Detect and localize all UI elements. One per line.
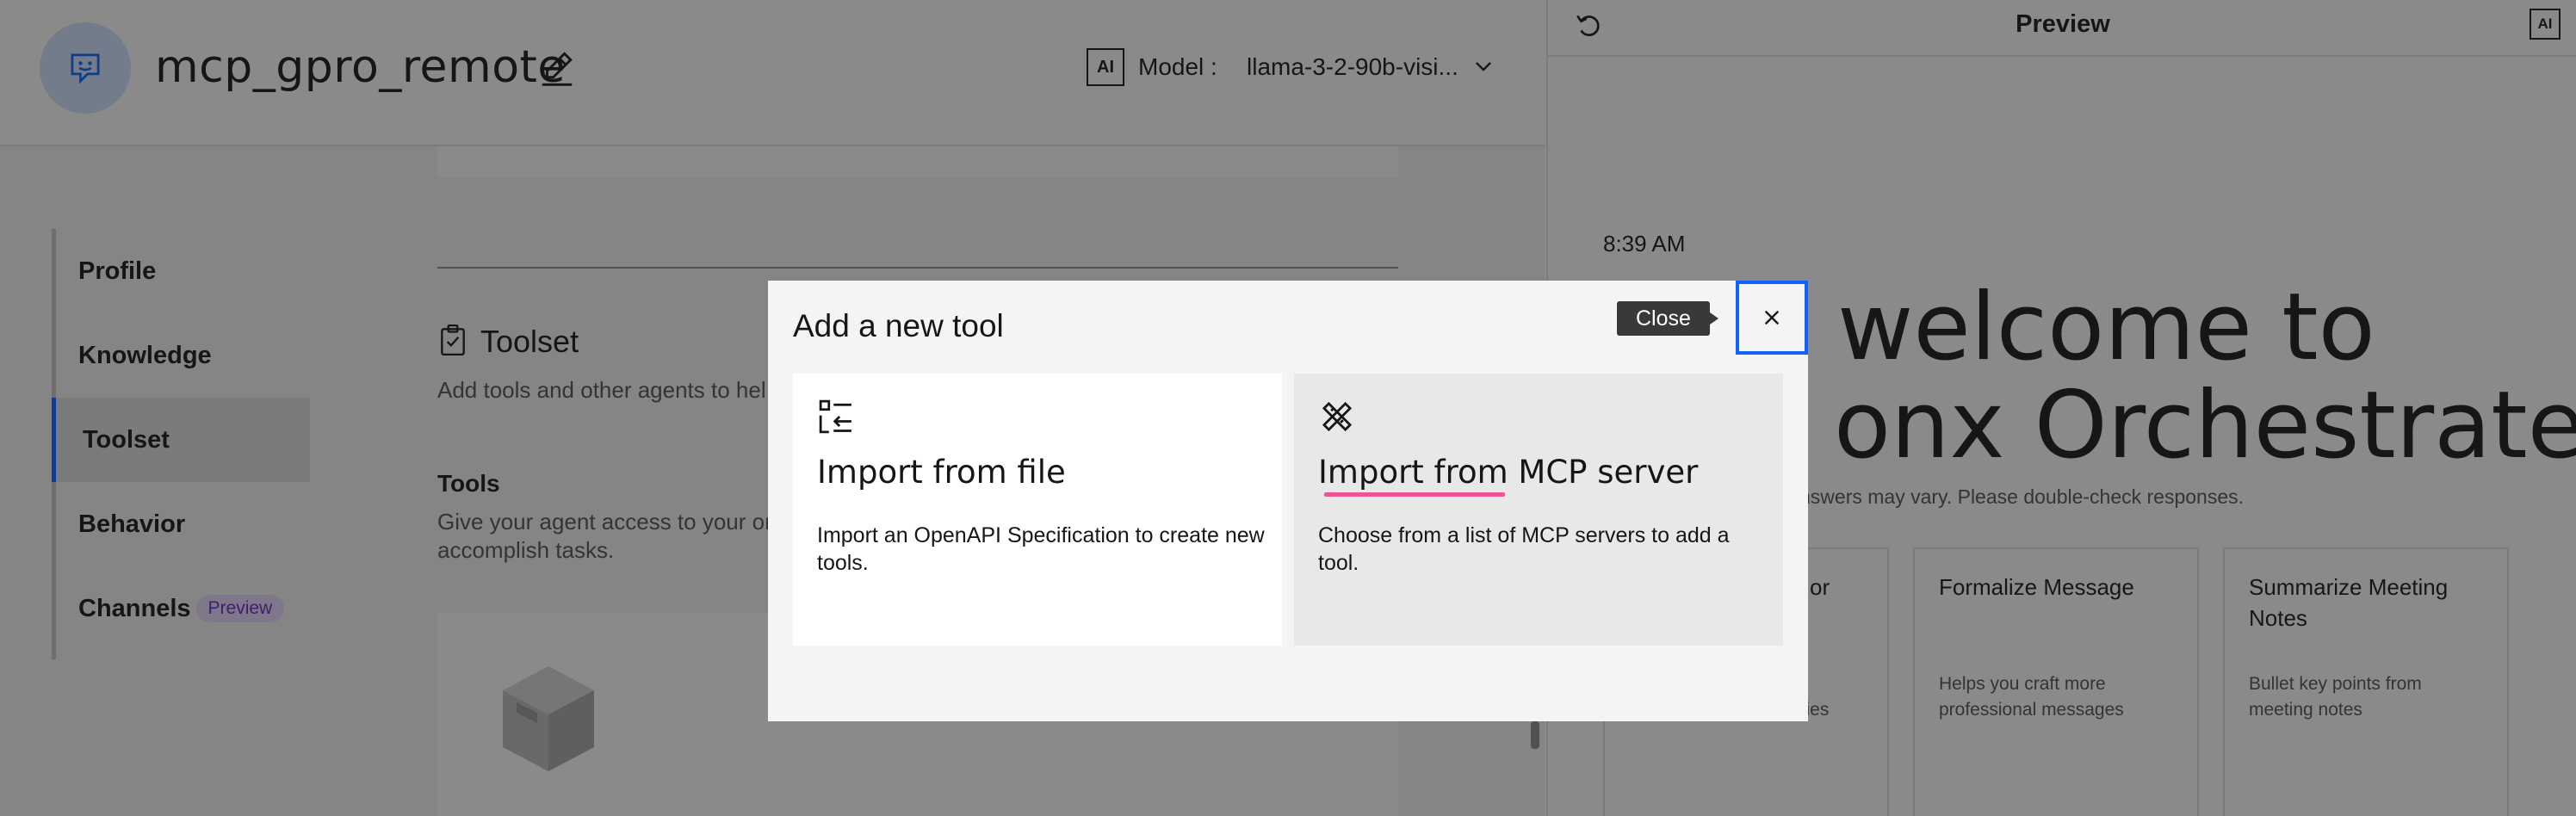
add-tool-modal: Add a new tool Import from file Import a… — [768, 281, 1808, 721]
import-from-file-tile[interactable]: Import from file Import an OpenAPI Speci… — [793, 374, 1282, 646]
close-icon — [1764, 310, 1780, 325]
tile-description: Choose from a list of MCP servers to add… — [1318, 523, 1730, 575]
tile-title: Import from file — [817, 454, 1066, 491]
tile-description: Import an OpenAPI Specification to creat… — [817, 523, 1265, 575]
highlight-underline — [1324, 492, 1505, 497]
import-from-mcp-server-tile[interactable]: Import from MCP server Choose from a lis… — [1294, 374, 1783, 646]
close-tooltip: Close — [1617, 301, 1718, 336]
import-list-icon — [819, 399, 851, 434]
tile-title: Import from MCP server — [1318, 454, 1699, 491]
modal-title: Add a new tool — [793, 308, 1004, 343]
tools-icon — [1322, 401, 1353, 432]
close-button[interactable] — [1736, 281, 1808, 355]
